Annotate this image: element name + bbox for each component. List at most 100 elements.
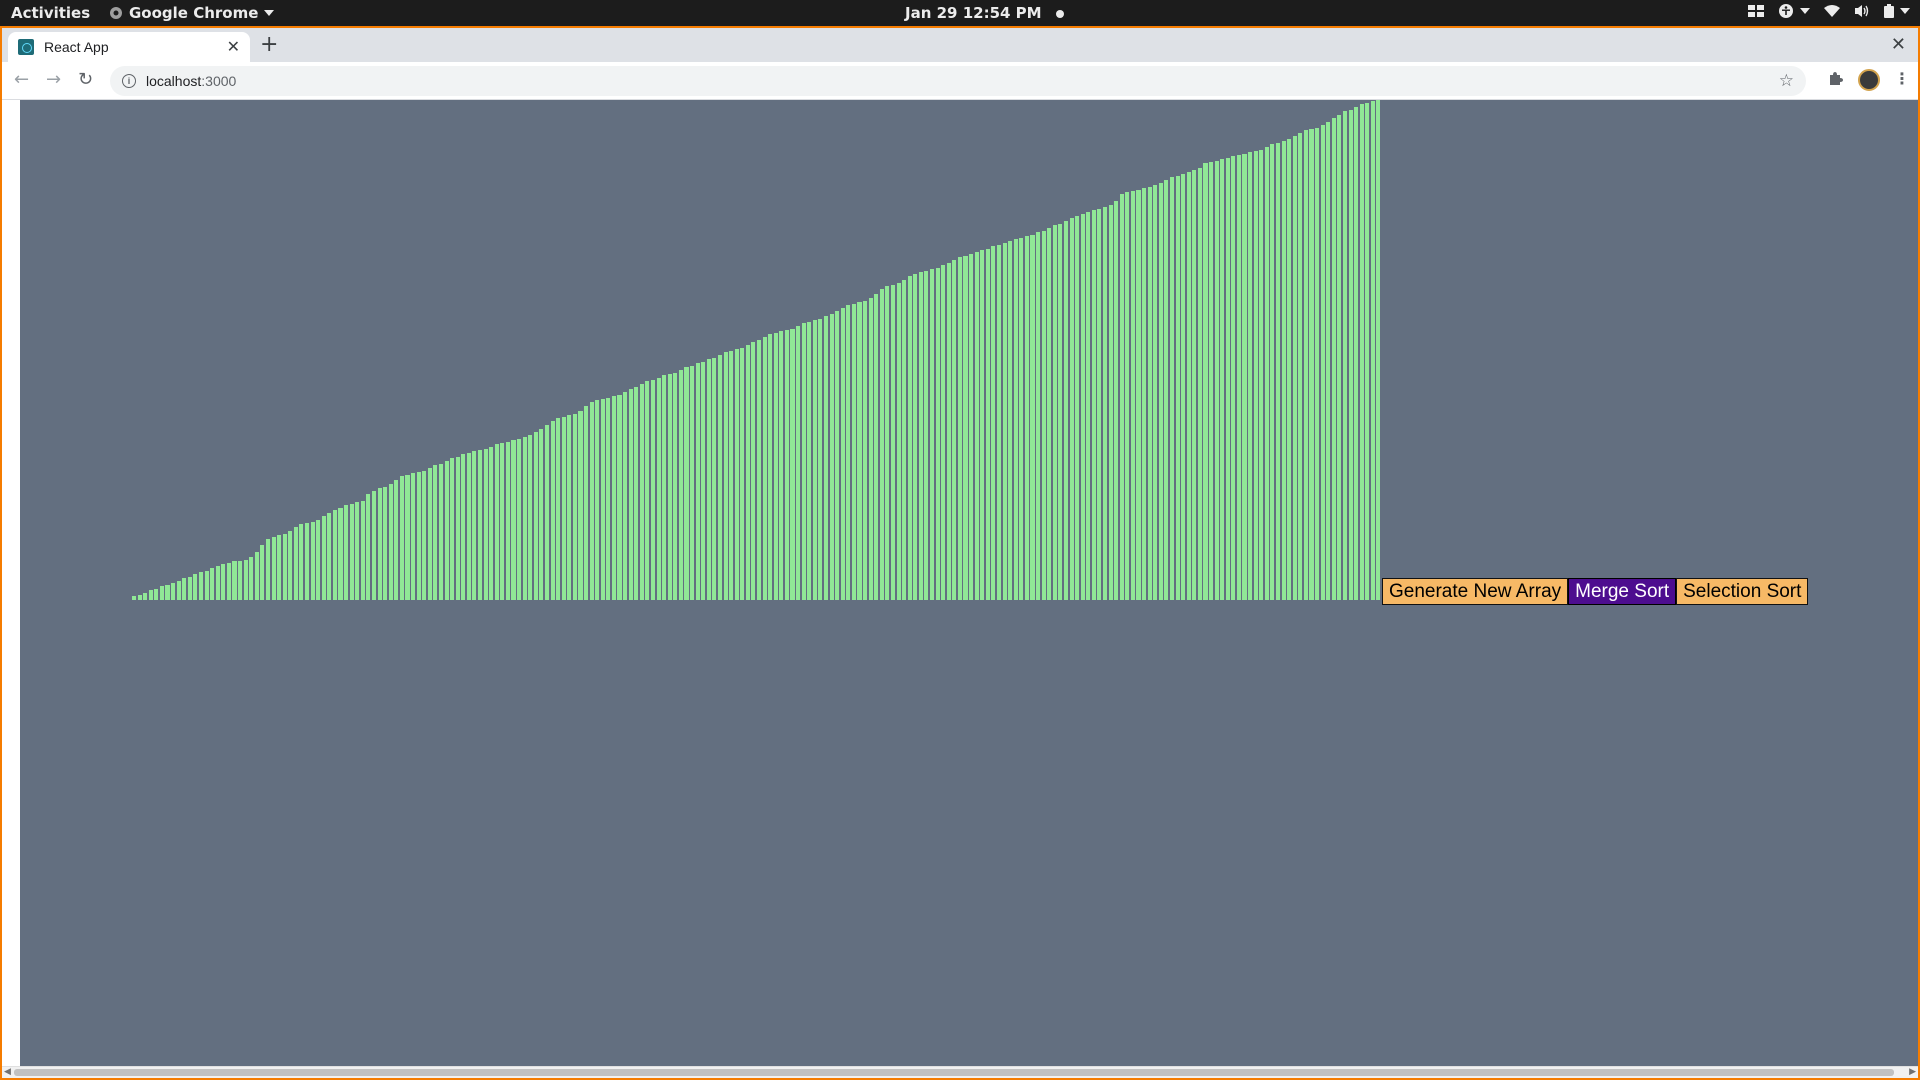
array-bar: [411, 473, 416, 600]
array-bar: [1125, 192, 1130, 600]
extensions-puzzle-icon[interactable]: [1828, 71, 1843, 86]
array-bar: [132, 595, 137, 600]
array-bar: [1203, 163, 1208, 600]
accessibility-menu[interactable]: [1778, 3, 1810, 19]
array-bar: [1108, 204, 1113, 600]
url-host: localhost: [146, 73, 202, 89]
system-tray[interactable]: [1748, 3, 1910, 19]
array-bar: [829, 313, 834, 600]
profile-avatar[interactable]: [1858, 69, 1880, 91]
app-menu-label: Google Chrome: [129, 4, 259, 22]
array-bar: [1214, 160, 1219, 600]
array-bar: [1348, 109, 1353, 600]
bookmark-star-icon[interactable]: ☆: [1779, 71, 1794, 91]
chrome-app-icon: [110, 7, 122, 19]
tab-title: React App: [44, 39, 109, 55]
array-bar: [985, 248, 990, 600]
array-bar: [461, 454, 466, 600]
forward-arrow-icon[interactable]: →: [46, 70, 61, 90]
array-bar: [433, 465, 438, 600]
merge-sort-button[interactable]: Merge Sort: [1568, 578, 1677, 605]
array-bar: [544, 425, 550, 600]
new-tab-button[interactable]: +: [260, 34, 278, 56]
array-bar: [221, 564, 226, 600]
array-bar: [812, 320, 817, 600]
array-bar: [996, 244, 1002, 600]
browser-toolbar: ← → ↻ i localhost:3000 ☆ ⋮: [2, 62, 1918, 100]
activities-button[interactable]: Activities: [11, 4, 90, 22]
array-bar: [1102, 207, 1108, 600]
array-bar: [271, 536, 276, 600]
array-bar: [360, 500, 365, 600]
chevron-down-icon: [264, 10, 275, 16]
array-bar: [1192, 170, 1197, 600]
array-bar: [511, 440, 516, 600]
array-bar: [1097, 208, 1102, 600]
app-menu[interactable]: Google Chrome: [109, 4, 275, 22]
array-bar: [1008, 240, 1013, 600]
array-bar: [801, 323, 806, 600]
array-bar: [835, 310, 840, 600]
array-bar: [310, 521, 315, 600]
array-bar: [561, 416, 566, 600]
array-bar: [1036, 232, 1041, 600]
array-bar: [1136, 189, 1141, 600]
array-bar: [1181, 174, 1186, 600]
array-bar: [734, 349, 739, 600]
address-bar[interactable]: i localhost:3000 ☆: [110, 66, 1806, 96]
array-bar: [779, 331, 784, 600]
array-bar: [578, 411, 583, 600]
array-bar: [1047, 228, 1052, 600]
array-bar: [355, 502, 360, 600]
workspace-grid-icon[interactable]: [1748, 5, 1764, 17]
array-bar: [293, 527, 298, 600]
array-bar: [589, 401, 594, 600]
scroll-left-arrow-icon[interactable]: ◀: [4, 1067, 11, 1077]
array-bar: [1130, 190, 1135, 600]
tab-react-app[interactable]: React App ✕: [8, 32, 250, 62]
array-bar: [455, 456, 460, 600]
array-bar: [1331, 117, 1336, 600]
tab-strip: React App ✕ + ✕: [2, 28, 1918, 62]
array-bar: [1075, 215, 1080, 600]
selection-sort-button[interactable]: Selection Sort: [1676, 578, 1809, 605]
scroll-right-arrow-icon[interactable]: ▶: [1909, 1067, 1916, 1077]
array-bar: [522, 437, 527, 600]
array-bar: [595, 400, 600, 600]
site-info-icon[interactable]: i: [122, 74, 136, 88]
array-bar: [528, 434, 533, 600]
array-bar: [823, 316, 829, 600]
array-bar: [584, 405, 589, 600]
array-bar: [980, 250, 985, 600]
power-menu[interactable]: [1884, 4, 1910, 18]
volume-icon: [1855, 5, 1869, 17]
array-bar: [1225, 157, 1230, 600]
array-bar: [907, 276, 912, 600]
array-bar: [745, 345, 750, 600]
array-bar: [1253, 150, 1258, 600]
tab-close-icon[interactable]: ✕: [227, 37, 240, 57]
battery-icon: [1884, 4, 1894, 18]
array-bar: [1164, 179, 1169, 600]
window-close-button[interactable]: ✕: [1891, 34, 1906, 55]
more-menu-icon[interactable]: ⋮: [1894, 69, 1910, 88]
array-bar: [148, 590, 153, 600]
array-bar: [690, 365, 695, 600]
generate-new-array-button[interactable]: Generate New Array: [1382, 578, 1569, 605]
reload-icon[interactable]: ↻: [78, 70, 93, 90]
array-bar: [277, 535, 282, 600]
array-bar: [215, 565, 220, 600]
clock[interactable]: Jan 29 12:54 PM: [905, 4, 1064, 22]
notification-dot-icon: [1055, 9, 1064, 18]
array-bar: [1292, 135, 1297, 600]
array-bar: [757, 339, 762, 600]
control-buttons: Generate New Array Merge Sort Selection …: [1382, 578, 1809, 605]
horizontal-scrollbar[interactable]: ◀ ▶: [2, 1066, 1918, 1078]
chevron-down-icon: [1900, 8, 1910, 14]
array-bar: [1270, 144, 1275, 600]
scrollbar-thumb[interactable]: [14, 1069, 1894, 1076]
array-bar: [1063, 221, 1068, 600]
array-bar: [533, 431, 538, 600]
array-bar: [1197, 167, 1202, 600]
back-arrow-icon[interactable]: ←: [14, 70, 29, 90]
